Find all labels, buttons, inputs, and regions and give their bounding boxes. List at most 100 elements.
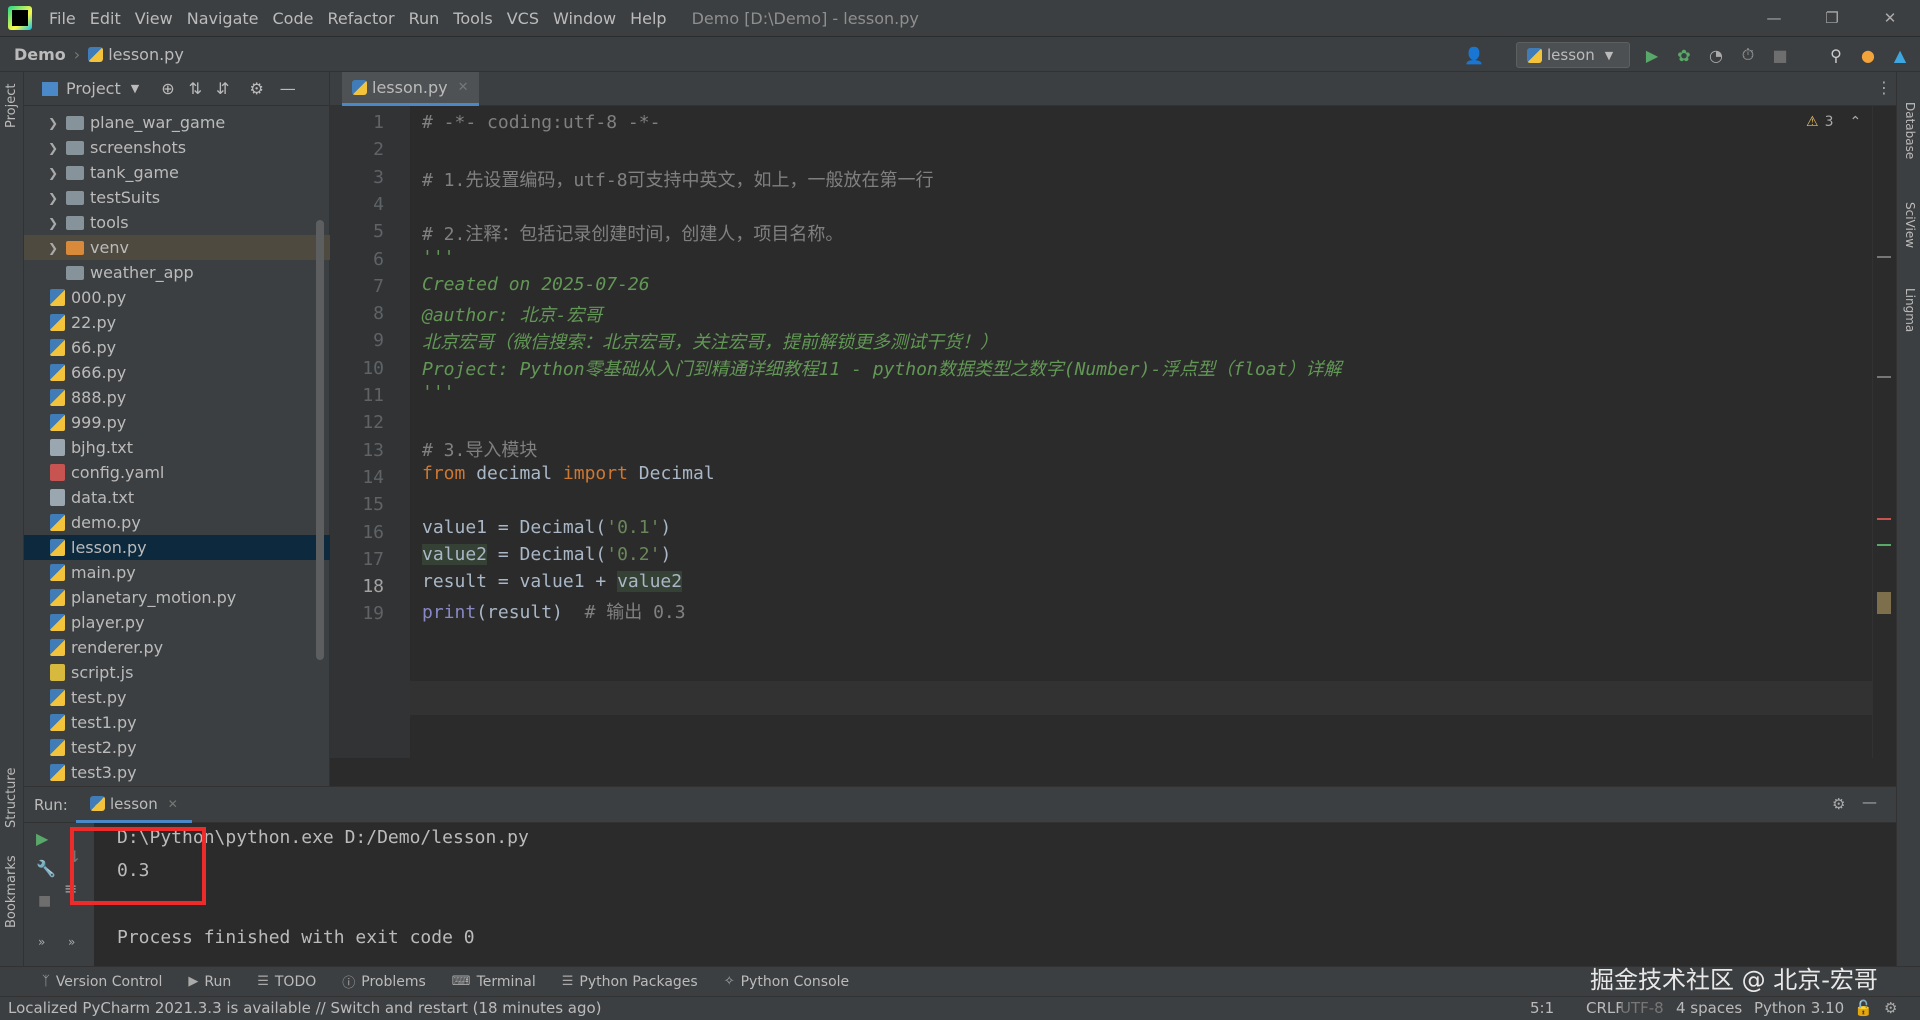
- project-tool-tab[interactable]: Project: [4, 84, 19, 128]
- project-scrollbar[interactable]: [316, 220, 324, 660]
- tree-item[interactable]: bjhg.txt: [24, 435, 330, 460]
- more-icon[interactable]: ⋮: [1876, 78, 1892, 97]
- rerun-icon[interactable]: ▶: [36, 829, 48, 848]
- tree-item[interactable]: main.py: [24, 560, 330, 585]
- status-message[interactable]: Localized PyCharm 2021.3.3 is available …: [8, 999, 602, 1017]
- chevron-right-icon[interactable]: ❯: [46, 241, 60, 255]
- database-tool-tab[interactable]: Database: [1903, 102, 1917, 159]
- hide-icon[interactable]: —: [1862, 793, 1877, 811]
- tree-item[interactable]: 888.py: [24, 385, 330, 410]
- tool-problems[interactable]: ⓘ Problems: [342, 972, 426, 992]
- update-icon[interactable]: ●: [1856, 43, 1880, 67]
- chevron-right-icon[interactable]: ❯: [46, 191, 60, 205]
- code-editor[interactable]: # -*- coding:utf-8 -*- # 1.先设置编码，utf-8可支…: [410, 106, 1872, 758]
- close-icon[interactable]: ✕: [1862, 0, 1918, 36]
- chevron-right-icon[interactable]: ❯: [46, 141, 60, 155]
- chevron-right-icon[interactable]: ❯: [46, 166, 60, 180]
- menu-edit[interactable]: Edit: [83, 9, 128, 28]
- menu-run[interactable]: Run: [402, 9, 447, 28]
- more-icon[interactable]: »: [68, 935, 75, 949]
- stop-icon[interactable]: ■: [38, 893, 51, 909]
- tool-run[interactable]: ▶ Run: [188, 974, 231, 990]
- more-icon[interactable]: »: [38, 935, 45, 949]
- gear-icon[interactable]: ⚙: [1832, 795, 1845, 813]
- tree-item[interactable]: test2.py: [24, 735, 330, 760]
- menu-code[interactable]: Code: [266, 9, 321, 28]
- breadcrumb-project[interactable]: Demo: [14, 45, 66, 64]
- tree-item[interactable]: ❯ screenshots: [24, 135, 330, 160]
- tree-item[interactable]: 66.py: [24, 335, 330, 360]
- breadcrumb-file[interactable]: lesson.py: [108, 45, 184, 64]
- run-tab-lesson[interactable]: lesson ✕: [76, 787, 192, 823]
- tree-item[interactable]: weather_app: [24, 260, 330, 285]
- structure-tool-tab[interactable]: Structure: [4, 768, 19, 828]
- tree-item[interactable]: test1.py: [24, 710, 330, 735]
- coverage-icon[interactable]: ◔: [1704, 43, 1728, 67]
- menu-tools[interactable]: Tools: [446, 9, 499, 28]
- run-config-select[interactable]: lesson ▼: [1516, 42, 1630, 68]
- plugin-icon[interactable]: ▲: [1888, 43, 1912, 67]
- tree-item[interactable]: ❯ tank_game: [24, 160, 330, 185]
- tool-python-packages[interactable]: ☰ Python Packages: [562, 974, 698, 990]
- wrench-icon[interactable]: 🔧: [36, 859, 56, 878]
- close-tab-icon[interactable]: ✕: [458, 80, 469, 95]
- tree-item[interactable]: 999.py: [24, 410, 330, 435]
- run-icon[interactable]: ▶: [1640, 43, 1664, 67]
- close-tab-icon[interactable]: ✕: [168, 797, 178, 811]
- gear-icon[interactable]: ⚙: [249, 79, 263, 98]
- interpreter[interactable]: Python 3.10: [1754, 999, 1844, 1017]
- menu-refactor[interactable]: Refactor: [320, 9, 401, 28]
- tree-item[interactable]: ❯ plane_war_game: [24, 110, 330, 135]
- caret-position[interactable]: 5:1: [1530, 999, 1554, 1017]
- stop-icon[interactable]: ■: [1768, 43, 1792, 67]
- chevron-right-icon[interactable]: ❯: [46, 216, 60, 230]
- tool-version-control[interactable]: ᛉ Version Control: [42, 974, 162, 990]
- file-encoding[interactable]: UTF-8: [1620, 999, 1664, 1017]
- tool-terminal[interactable]: ⌨ Terminal: [452, 974, 536, 990]
- user-icon[interactable]: 👤: [1462, 43, 1486, 67]
- tree-item[interactable]: player.py: [24, 610, 330, 635]
- profile-icon[interactable]: ⏱: [1736, 43, 1760, 67]
- scroll-thumb[interactable]: [1877, 592, 1891, 614]
- indent-setting[interactable]: 4 spaces: [1676, 999, 1742, 1017]
- chevron-right-icon[interactable]: ❯: [46, 116, 60, 130]
- debug-icon[interactable]: ✿: [1672, 43, 1696, 67]
- restore-icon[interactable]: ❐: [1804, 0, 1860, 36]
- tool-todo[interactable]: ☰ TODO: [257, 974, 316, 990]
- menu-vcs[interactable]: VCS: [500, 9, 546, 28]
- minimize-icon[interactable]: —: [1746, 0, 1802, 36]
- tree-item[interactable]: ❯ tools: [24, 210, 330, 235]
- tree-item[interactable]: planetary_motion.py: [24, 585, 330, 610]
- expand-all-icon[interactable]: ⇅: [189, 79, 202, 98]
- lock-icon[interactable]: 🔓: [1854, 999, 1873, 1017]
- tree-item[interactable]: lesson.py: [24, 535, 330, 560]
- line-separator[interactable]: CRLF: [1586, 999, 1624, 1017]
- tree-item[interactable]: ❯ venv: [24, 235, 330, 260]
- tab-lesson-py[interactable]: lesson.py ✕: [342, 72, 479, 106]
- tree-item[interactable]: 666.py: [24, 360, 330, 385]
- search-icon[interactable]: ⚲: [1824, 43, 1848, 67]
- editor-scrollbar[interactable]: [1872, 106, 1896, 758]
- tree-item[interactable]: 000.py: [24, 285, 330, 310]
- menu-file[interactable]: File: [42, 9, 83, 28]
- tree-item[interactable]: test.py: [24, 685, 330, 710]
- tool-python-console[interactable]: ✧ Python Console: [724, 974, 849, 990]
- chevron-down-icon[interactable]: ▼: [131, 82, 139, 95]
- tree-item[interactable]: demo.py: [24, 510, 330, 535]
- sciview-tool-tab[interactable]: SciView: [1903, 202, 1917, 248]
- menu-navigate[interactable]: Navigate: [180, 9, 266, 28]
- tree-item[interactable]: test3.py: [24, 760, 330, 785]
- menu-help[interactable]: Help: [623, 9, 673, 28]
- tree-item[interactable]: config.yaml: [24, 460, 330, 485]
- tree-item[interactable]: data.txt: [24, 485, 330, 510]
- tree-item[interactable]: 22.py: [24, 310, 330, 335]
- lingma-tool-tab[interactable]: Lingma: [1903, 288, 1917, 332]
- inspection-widget[interactable]: ⚠ 3 ⌃ ⌄: [1806, 114, 1872, 130]
- project-panel-title[interactable]: Project: [66, 79, 121, 98]
- collapse-all-icon[interactable]: ⇵: [216, 79, 229, 98]
- locate-icon[interactable]: ⊕: [161, 79, 174, 98]
- bookmarks-tool-tab[interactable]: Bookmarks: [4, 855, 19, 928]
- tree-item[interactable]: ❯ testSuits: [24, 185, 330, 210]
- tree-item[interactable]: script.js: [24, 660, 330, 685]
- chevron-up-icon[interactable]: ⌃: [1849, 114, 1861, 130]
